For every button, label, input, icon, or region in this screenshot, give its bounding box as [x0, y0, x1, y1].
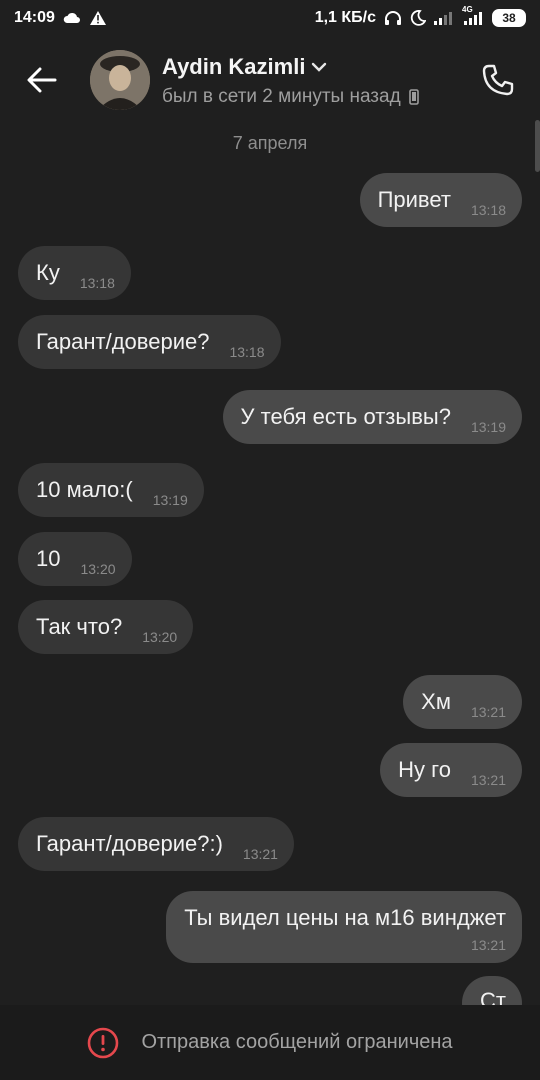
message-bubble[interactable]: Привет 13:18: [359, 173, 522, 227]
message-time: 13:20: [80, 561, 116, 577]
message-text: Привет: [377, 187, 451, 212]
message-bubble[interactable]: 10 13:20: [18, 532, 132, 586]
message-text: Так что?: [36, 614, 123, 639]
message-text: Ну го: [398, 757, 451, 782]
message-bubble[interactable]: У тебя есть отзывы? 13:19: [222, 390, 522, 444]
restriction-banner: Отправка сообщений ограничена: [0, 1005, 540, 1080]
message-bubble[interactable]: Гарант/доверие?:) 13:21: [18, 817, 294, 871]
message-text: Хм: [421, 689, 451, 714]
message-time: 13:20: [142, 629, 178, 645]
message-time: 13:21: [470, 937, 506, 953]
message-text: 10: [36, 546, 61, 571]
message-time: 13:21: [470, 772, 506, 788]
message-bubble[interactable]: 10 мало:( 13:19: [18, 463, 204, 517]
message-bubble[interactable]: Ку 13:18: [18, 246, 131, 300]
message-time: 13:18: [470, 202, 506, 218]
message-text: Гарант/доверие?: [36, 329, 210, 354]
message-text: У тебя есть отзывы?: [240, 404, 451, 429]
message-time: 13:21: [242, 846, 278, 862]
message-text: Ку: [36, 260, 60, 285]
message-time: 13:19: [152, 492, 188, 508]
message-time: 13:18: [79, 275, 115, 291]
message-text: 10 мало:(: [36, 477, 133, 502]
message-bubble[interactable]: Ну го 13:21: [380, 743, 522, 797]
message-text: Ты видел цены на м16 винджет: [184, 905, 506, 930]
message-bubble[interactable]: Ты видел цены на м16 винджет 13:21: [166, 891, 522, 963]
alert-circle-icon: [88, 1027, 119, 1058]
restriction-notice: Отправка сообщений ограничена: [141, 1031, 453, 1053]
message-bubble[interactable]: Ст: [462, 976, 522, 1005]
message-list: Привет 13:18 Ку 13:18 Гарант/доверие? 13…: [0, 0, 540, 1005]
message-bubble[interactable]: Так что? 13:20: [18, 600, 194, 654]
message-bubble[interactable]: Гарант/доверие? 13:18: [18, 315, 281, 369]
message-time: 13:19: [470, 419, 506, 435]
message-text: Гарант/доверие?:): [36, 831, 223, 856]
message-time: 13:21: [470, 704, 506, 720]
message-bubble[interactable]: Хм 13:21: [403, 675, 522, 729]
message-time: 13:18: [229, 344, 265, 360]
message-text: Ст: [480, 988, 506, 1005]
